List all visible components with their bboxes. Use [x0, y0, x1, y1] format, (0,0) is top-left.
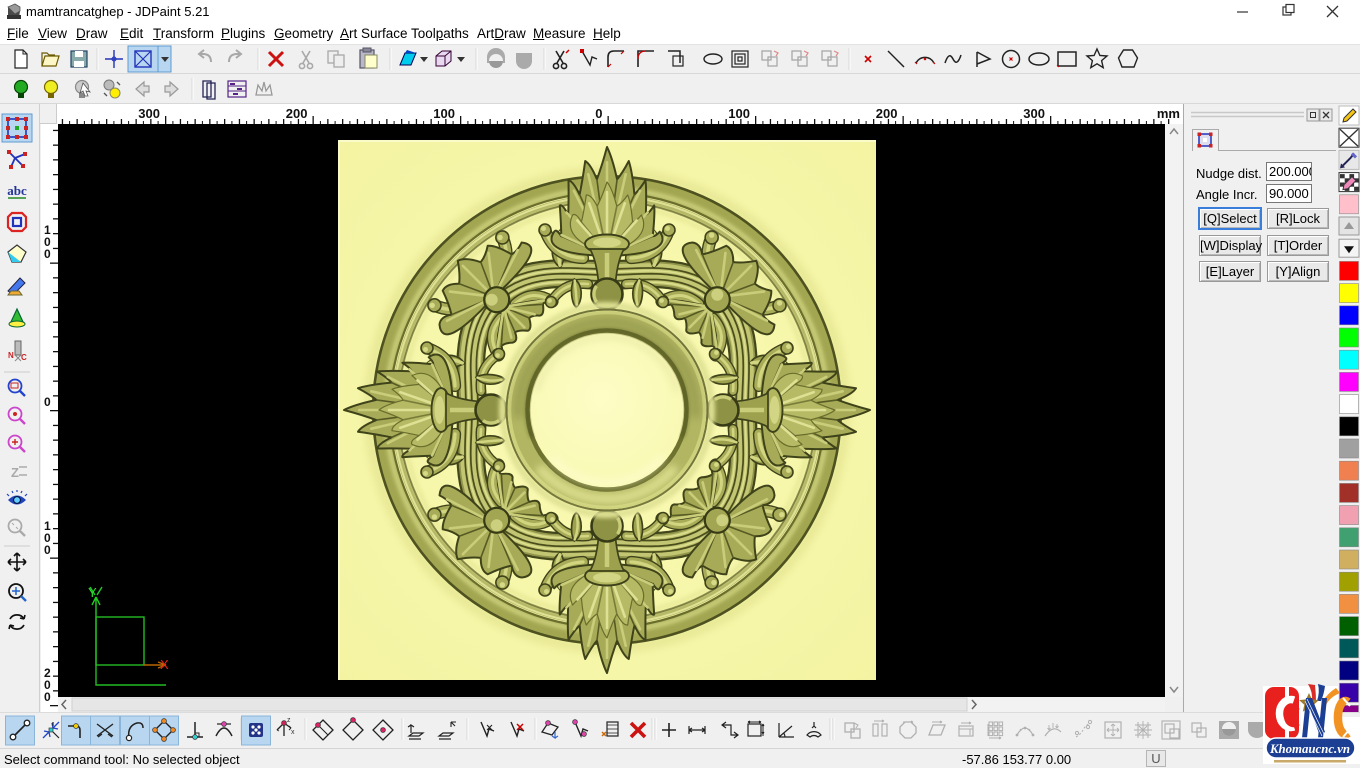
svg-text:100: 100 [433, 106, 455, 121]
svg-text:abc: abc [7, 183, 27, 198]
svg-text:0: 0 [44, 690, 51, 704]
svg-text:Y: Y [88, 585, 97, 600]
svg-text:0: 0 [595, 106, 602, 121]
svg-text:300: 300 [1023, 106, 1045, 121]
svg-text:200: 200 [876, 106, 898, 121]
svg-text:Khomaucnc.vn: Khomaucnc.vn [1269, 742, 1350, 756]
svg-text:100: 100 [728, 106, 750, 121]
svg-text:0: 0 [44, 543, 51, 557]
svg-text:X: X [160, 657, 169, 672]
svg-text:N: N [8, 351, 14, 360]
svg-text:0: 0 [44, 247, 51, 261]
svg-text:0: 0 [44, 395, 51, 409]
svg-text:x: x [291, 729, 295, 736]
svg-text:200: 200 [286, 106, 308, 121]
svg-text:300: 300 [138, 106, 160, 121]
svg-text:C: C [21, 353, 27, 362]
svg-text:z: z [287, 717, 291, 724]
svg-text:mm: mm [1157, 106, 1180, 121]
svg-text:Z: Z [11, 465, 19, 480]
